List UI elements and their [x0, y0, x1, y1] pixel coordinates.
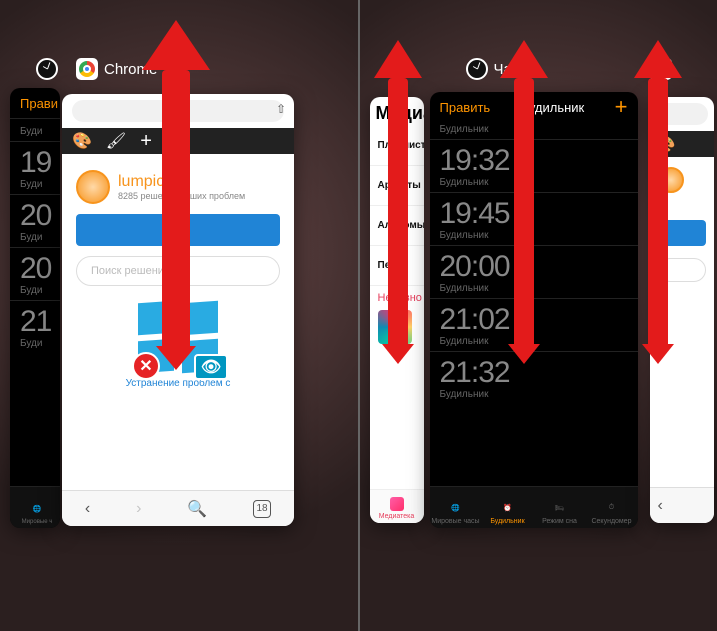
- alarm-row[interactable]: 19:45Будильник: [430, 192, 638, 245]
- site-logo-icon: [658, 167, 684, 193]
- chrome-app-title-bg: [650, 58, 672, 80]
- alarm-row[interactable]: 21:02Будильник: [430, 298, 638, 351]
- clock-app-title: Часы: [466, 58, 531, 80]
- library-header: Медиатека: [370, 97, 424, 126]
- address-bar[interactable]: [656, 103, 708, 125]
- chrome-app-card-bg[interactable]: 🎨 lu ‹: [650, 97, 714, 523]
- app-switcher-screen-1: Прави Буди 19Буди 20Буди 20Буди 21Буди 🌐…: [0, 0, 358, 631]
- list-item[interactable]: Артисты: [370, 166, 424, 206]
- alarm-row[interactable]: 19:32Будильник: [430, 139, 638, 192]
- chrome-icon: [76, 58, 98, 80]
- alarm-row[interactable]: 21:32Будильник: [430, 351, 638, 404]
- search-input[interactable]: Поиск решения...: [76, 256, 280, 286]
- bed-icon: 🛏: [552, 500, 568, 516]
- list-item[interactable]: Песни: [370, 246, 424, 286]
- world-clock-tab[interactable]: 🌐Мировые часы: [430, 500, 482, 525]
- tab-count-button[interactable]: 18: [253, 500, 271, 518]
- edit-button[interactable]: Прави: [20, 96, 58, 111]
- list-item[interactable]: Плейлисты: [370, 126, 424, 166]
- alarm-time: 21: [20, 307, 50, 337]
- clock-app-title-bg: [36, 58, 58, 80]
- back-icon[interactable]: ‹: [85, 500, 90, 518]
- address-bar[interactable]: ⇧: [72, 100, 284, 122]
- article-link[interactable]: Устранение проблем с: [76, 378, 280, 389]
- site-tagline: 8285 решения ваших проблем: [118, 191, 245, 201]
- back-icon[interactable]: ‹: [658, 497, 663, 515]
- monitor-eye-icon: 👁: [194, 354, 228, 380]
- music-app-card[interactable]: Медиатека Плейлисты Артисты Альбомы Песн…: [370, 97, 424, 523]
- share-icon[interactable]: ⇧: [276, 102, 286, 116]
- app-switcher-screen-2: Медиатека Плейлисты Артисты Альбомы Песн…: [358, 0, 717, 631]
- world-clock-tab[interactable]: 🌐Мировые ч: [14, 501, 60, 525]
- chrome-app-title: Chrome: [76, 58, 157, 80]
- error-icon: ✕: [132, 352, 160, 380]
- sleep-tab[interactable]: 🛏Режим сна: [534, 500, 586, 525]
- clock-app-card[interactable]: Править Будильник + Будильник 19:32Будил…: [430, 92, 638, 528]
- header-title: Будильник: [521, 100, 585, 115]
- alarm-sublabel: Будильник: [430, 122, 638, 139]
- add-alarm-button[interactable]: +: [615, 94, 628, 120]
- stopwatch-tab[interactable]: ⏱Секундомер: [586, 500, 638, 525]
- site-name: lumpics.ru: [118, 173, 245, 191]
- chrome-icon: [650, 58, 672, 80]
- windows-logo-icon: ✕ 👁: [138, 302, 218, 372]
- library-tab-icon[interactable]: [390, 497, 404, 511]
- brush-icon[interactable]: 🖌: [106, 131, 126, 151]
- library-tab[interactable]: Медиатека: [379, 513, 415, 520]
- site-logo-icon: [76, 170, 110, 204]
- alarm-time: 20: [20, 201, 50, 231]
- stopwatch-icon: ⏱: [604, 500, 620, 516]
- search-input[interactable]: [658, 258, 706, 282]
- globe-icon: 🌐: [448, 500, 464, 516]
- palette-icon[interactable]: 🎨: [656, 134, 676, 154]
- login-button[interactable]: [76, 214, 280, 246]
- alarm-row[interactable]: 20:00Будильник: [430, 245, 638, 298]
- site-toolbar: 🎨 🖌 +: [62, 128, 294, 154]
- edit-button[interactable]: Править: [440, 100, 491, 115]
- recent-header: Недавно: [370, 286, 424, 306]
- search-icon[interactable]: 🔍: [187, 499, 207, 519]
- alarm-time: 20: [20, 254, 50, 284]
- plus-icon[interactable]: +: [140, 130, 152, 153]
- clock-icon: [36, 58, 58, 80]
- login-button[interactable]: [658, 220, 706, 246]
- site-name: lu: [658, 193, 706, 208]
- alarm-icon: ⏰: [500, 500, 516, 516]
- chrome-app-card[interactable]: ⇧ 🎨 🖌 + lumpics.ru 8285 решения ваших пр…: [62, 94, 294, 526]
- palette-icon[interactable]: 🎨: [72, 131, 92, 151]
- alarm-sublabel: Буди: [20, 126, 50, 137]
- list-item[interactable]: Альбомы: [370, 206, 424, 246]
- album-art-icon[interactable]: [378, 310, 412, 344]
- alarm-tab[interactable]: ⏰Будильник: [482, 500, 534, 525]
- alarm-time: 19: [20, 148, 50, 178]
- forward-icon: ›: [136, 500, 141, 518]
- clock-app-card-bg[interactable]: Прави Буди 19Буди 20Буди 20Буди 21Буди 🌐…: [10, 88, 60, 528]
- chrome-bottom-bar: ‹ › 🔍 18: [62, 490, 294, 526]
- clock-icon: [466, 58, 488, 80]
